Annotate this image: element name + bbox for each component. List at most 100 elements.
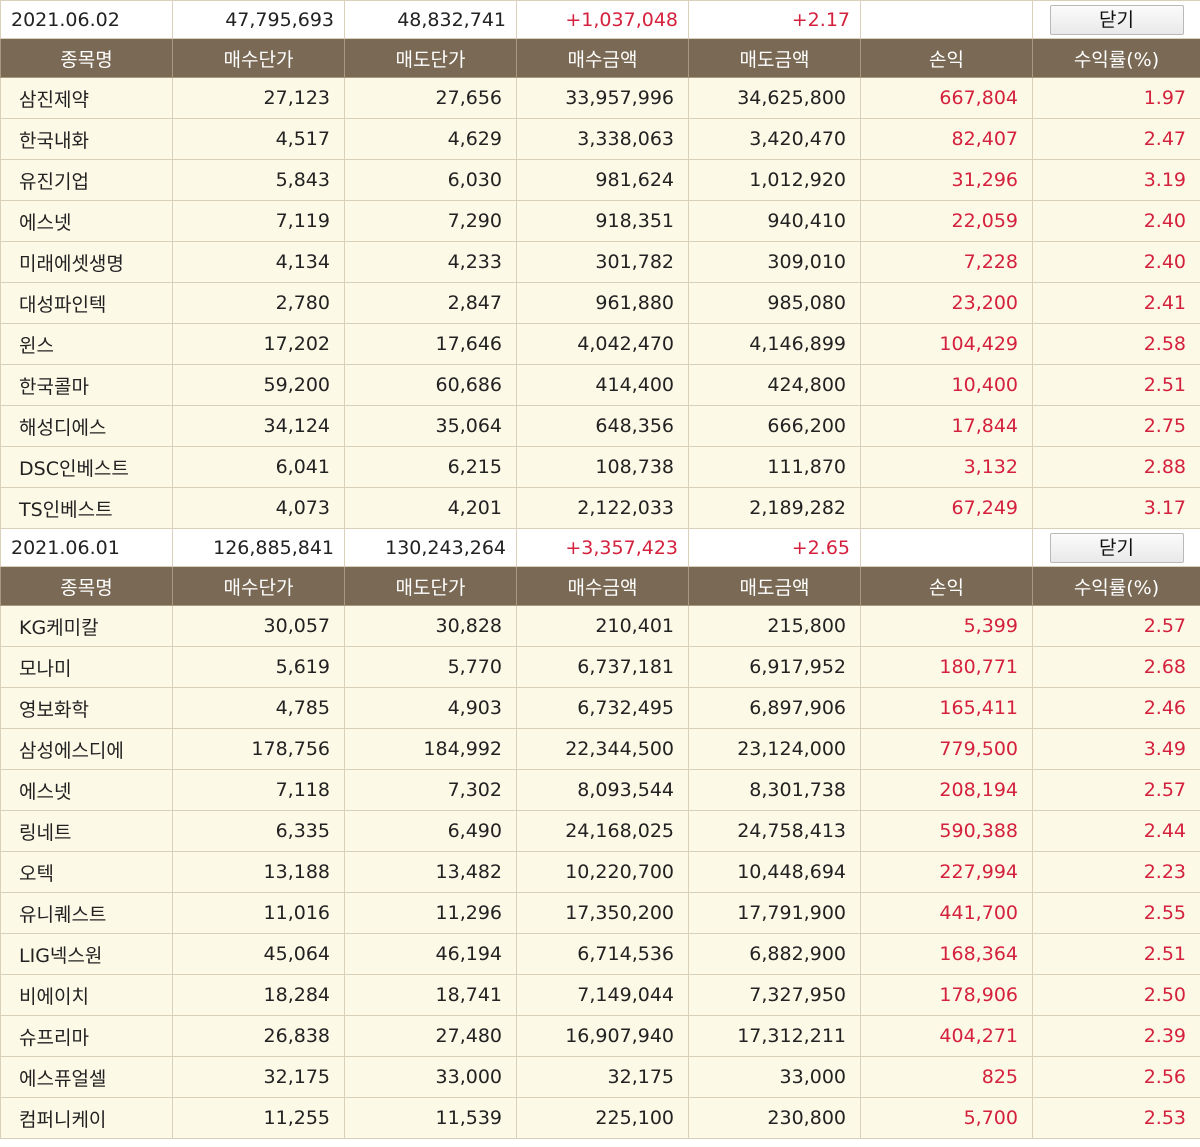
profit: 441,700 [860,892,1033,934]
stock-name[interactable]: 오텍 [0,851,173,893]
return-rate: 2.47 [1032,118,1200,160]
stock-name[interactable]: 한국콜마 [0,364,173,406]
stock-name[interactable]: 미래에셋생명 [0,241,173,283]
stock-name[interactable]: 대성파인텍 [0,282,173,324]
table-row[interactable]: 삼진제약 27,123 27,656 33,957,996 34,625,800 667,… [0,77,1200,119]
sell-amount: 17,312,211 [688,1015,861,1057]
table-row[interactable]: 유진기업 5,843 6,030 981,624 1,012,920 31,296 3.19 [0,159,1200,201]
buy-price: 4,134 [172,241,345,283]
stock-name[interactable]: 비에이치 [0,974,173,1016]
stock-name[interactable]: DSC인베스트 [0,446,173,488]
sell-price: 6,030 [344,159,517,201]
table-row[interactable]: 링네트 6,335 6,490 24,168,025 24,758,413 590,388… [0,810,1200,852]
table-row[interactable]: 슈프리마 26,838 27,480 16,907,940 17,312,211 404,… [0,1015,1200,1057]
summary-profit: +3,357,423 [516,528,689,567]
stock-name[interactable]: 윈스 [0,323,173,365]
stock-name[interactable]: 해성디에스 [0,405,173,447]
table-row[interactable]: 유니퀘스트 11,016 11,296 17,350,200 17,791,900 441… [0,892,1200,934]
return-rate: 2.88 [1032,446,1200,488]
buy-amount: 648,356 [516,405,689,447]
buy-price: 45,064 [172,933,345,975]
stock-name[interactable]: 슈프리마 [0,1015,173,1057]
table-row[interactable]: 에스넷 7,118 7,302 8,093,544 8,301,738 208,194 2.… [0,769,1200,811]
return-rate: 2.41 [1032,282,1200,324]
return-rate: 3.49 [1032,728,1200,770]
close-button[interactable]: 닫기 [1049,532,1184,563]
table-row[interactable]: 윈스 17,202 17,646 4,042,470 4,146,899 104,429 2… [0,323,1200,365]
sell-amount: 666,200 [688,405,861,447]
stock-name[interactable]: LIG넥스원 [0,933,173,975]
table-row[interactable]: 비에이치 18,284 18,741 7,149,044 7,327,950 178,90… [0,974,1200,1016]
buy-price: 26,838 [172,1015,345,1057]
profit: 5,399 [860,605,1033,647]
sell-amount: 6,897,906 [688,687,861,729]
stock-name[interactable]: TS인베스트 [0,487,173,529]
table-row[interactable]: 에스넷 7,119 7,290 918,351 940,410 22,059 2.40 [0,200,1200,242]
stock-name[interactable]: 삼진제약 [0,77,173,119]
table-row[interactable]: 영보화학 4,785 4,903 6,732,495 6,897,906 165,411 2… [0,687,1200,729]
buy-amount: 24,168,025 [516,810,689,852]
buy-amount: 22,344,500 [516,728,689,770]
table-row[interactable]: 컴퍼니케이 11,255 11,539 225,100 230,800 5,700 2.53 [0,1097,1200,1139]
sell-amount: 17,791,900 [688,892,861,934]
stock-name[interactable]: KG케미칼 [0,605,173,647]
table-row[interactable]: 오텍 13,188 13,482 10,220,700 10,448,694 227,99… [0,851,1200,893]
stock-name[interactable]: 컴퍼니케이 [0,1097,173,1139]
buy-amount: 4,042,470 [516,323,689,365]
stock-name[interactable]: 한국내화 [0,118,173,160]
table-row[interactable]: 미래에셋생명 4,134 4,233 301,782 309,010 7,228 2.40 [0,241,1200,283]
table-row[interactable]: 모나미 5,619 5,770 6,737,181 6,917,952 180,771 2.… [0,646,1200,688]
table-row[interactable]: LIG넥스원 45,064 46,194 6,714,536 6,882,900 168,… [0,933,1200,975]
stock-name[interactable]: 영보화학 [0,687,173,729]
sell-price: 7,302 [344,769,517,811]
summary-total-buy: 126,885,841 [172,528,345,567]
stock-name[interactable]: 에스넷 [0,769,173,811]
buy-price: 34,124 [172,405,345,447]
sell-amount: 6,917,952 [688,646,861,688]
sell-price: 7,290 [344,200,517,242]
summary-close-cell: 닫기 [1032,0,1200,39]
close-button[interactable]: 닫기 [1049,4,1184,35]
profit: 208,194 [860,769,1033,811]
stock-name[interactable]: 에스퓨얼셀 [0,1056,173,1098]
profit: 10,400 [860,364,1033,406]
trade-table: 2021.06.02 47,795,693 48,832,741 +1,037,048… [0,0,1200,1139]
return-rate: 2.68 [1032,646,1200,688]
sell-amount: 985,080 [688,282,861,324]
sell-amount: 2,189,282 [688,487,861,529]
profit: 23,200 [860,282,1033,324]
sell-amount: 23,124,000 [688,728,861,770]
table-row[interactable]: 에스퓨얼셀 32,175 33,000 32,175 33,000 825 2.56 [0,1056,1200,1098]
buy-price: 32,175 [172,1056,345,1098]
profit: 5,700 [860,1097,1033,1139]
buy-price: 6,335 [172,810,345,852]
stock-name[interactable]: 유진기업 [0,159,173,201]
sell-price: 184,992 [344,728,517,770]
table-row[interactable]: KG케미칼 30,057 30,828 210,401 215,800 5,399 2.57 [0,605,1200,647]
sell-amount: 34,625,800 [688,77,861,119]
profit: 67,249 [860,487,1033,529]
sell-price: 17,646 [344,323,517,365]
stock-name[interactable]: 삼성에스디에 [0,728,173,770]
column-header: 매도금액 [688,38,861,78]
table-row[interactable]: 한국내화 4,517 4,629 3,338,063 3,420,470 82,407 2.… [0,118,1200,160]
profit: 180,771 [860,646,1033,688]
table-row[interactable]: 삼성에스디에 178,756 184,992 22,344,500 23,124,000… [0,728,1200,770]
table-row[interactable]: 해성디에스 34,124 35,064 648,356 666,200 17,844 2.7… [0,405,1200,447]
table-row[interactable]: 대성파인텍 2,780 2,847 961,880 985,080 23,200 2.41 [0,282,1200,324]
buy-amount: 918,351 [516,200,689,242]
sell-price: 5,770 [344,646,517,688]
sell-amount: 6,882,900 [688,933,861,975]
stock-name[interactable]: 링네트 [0,810,173,852]
table-row[interactable]: 한국콜마 59,200 60,686 414,400 424,800 10,400 2.51 [0,364,1200,406]
profit: 227,994 [860,851,1033,893]
sell-price: 11,296 [344,892,517,934]
table-row[interactable]: DSC인베스트 6,041 6,215 108,738 111,870 3,132 2.88 [0,446,1200,488]
sell-price: 33,000 [344,1056,517,1098]
table-row[interactable]: TS인베스트 4,073 4,201 2,122,033 2,189,282 67,249… [0,487,1200,529]
sell-amount: 8,301,738 [688,769,861,811]
stock-name[interactable]: 유니퀘스트 [0,892,173,934]
buy-amount: 225,100 [516,1097,689,1139]
stock-name[interactable]: 모나미 [0,646,173,688]
stock-name[interactable]: 에스넷 [0,200,173,242]
